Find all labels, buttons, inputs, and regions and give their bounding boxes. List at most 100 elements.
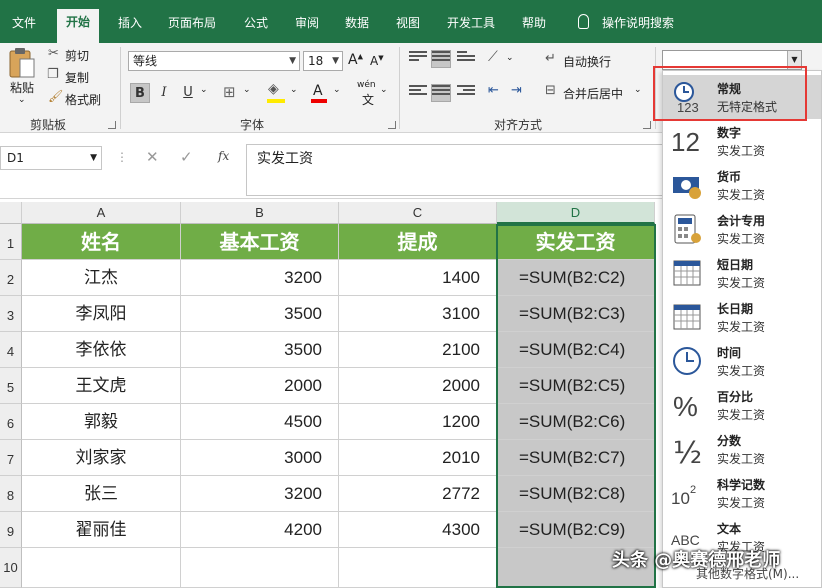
header-cell[interactable]: 实发工资 xyxy=(497,224,655,260)
header-cell[interactable]: 姓名 xyxy=(22,224,181,260)
chevron-down-icon[interactable]: ⌄ xyxy=(290,85,298,95)
table-cell[interactable]: 3200 xyxy=(181,260,339,296)
row-header-5[interactable]: 5 xyxy=(0,368,22,404)
table-cell[interactable]: 4200 xyxy=(181,512,339,548)
chevron-down-icon[interactable]: ⌄ xyxy=(333,85,341,95)
cancel-icon[interactable]: ✕ xyxy=(146,148,159,166)
decrease-font-icon[interactable]: A▼ xyxy=(370,54,384,68)
table-cell[interactable]: 翟丽佳 xyxy=(22,512,181,548)
select-all-corner[interactable] xyxy=(0,202,22,224)
table-cell[interactable]: 李依依 xyxy=(22,332,181,368)
format-option[interactable]: 长日期 实发工资 xyxy=(663,295,821,339)
align-middle-icon[interactable] xyxy=(431,50,451,68)
phonetic-guide-button[interactable]: wén xyxy=(357,80,376,90)
orientation-icon[interactable]: ⟋ xyxy=(488,49,498,65)
format-painter-button[interactable]: 格式刷 xyxy=(65,91,101,108)
row-header-10[interactable]: 10 xyxy=(0,548,22,588)
chevron-down-icon[interactable]: ⌄ xyxy=(380,85,388,95)
empty-cell[interactable] xyxy=(181,548,339,588)
italic-button[interactable]: I xyxy=(154,83,174,103)
formula-cell[interactable]: =SUM(B2:C4) xyxy=(497,332,655,368)
align-bottom-icon[interactable] xyxy=(457,51,475,67)
table-cell[interactable]: 3000 xyxy=(181,440,339,476)
align-left-icon[interactable] xyxy=(409,85,427,101)
formula-cell[interactable]: =SUM(B2:C2) xyxy=(497,260,655,296)
formula-cell[interactable]: =SUM(B2:C6) xyxy=(497,404,655,440)
font-dialog-launcher[interactable] xyxy=(388,121,396,129)
font-size-box[interactable]: 18 ▼ xyxy=(303,51,343,71)
format-option[interactable]: 货币 实发工资 xyxy=(663,163,821,207)
formula-cell[interactable]: =SUM(B2:C7) xyxy=(497,440,655,476)
column-header-c[interactable]: C xyxy=(339,202,497,224)
table-cell[interactable]: 3100 xyxy=(339,296,497,332)
font-name-box[interactable]: 等线 ▼ xyxy=(128,51,300,71)
confirm-icon[interactable]: ✓ xyxy=(180,148,193,166)
table-cell[interactable]: 2000 xyxy=(339,368,497,404)
align-center-icon[interactable] xyxy=(431,84,451,102)
format-option[interactable]: 会计专用 实发工资 xyxy=(663,207,821,251)
row-header-9[interactable]: 9 xyxy=(0,512,22,548)
column-header-a[interactable]: A xyxy=(22,202,181,224)
empty-cell[interactable] xyxy=(339,548,497,588)
copy-button[interactable]: 复制 xyxy=(65,69,89,86)
table-cell[interactable]: 2000 xyxy=(181,368,339,404)
chevron-down-icon[interactable]: ▼ xyxy=(90,147,97,169)
wrap-text-button[interactable]: 自动换行 xyxy=(563,53,611,70)
increase-indent-icon[interactable]: ⇥ xyxy=(511,83,522,98)
row-header-2[interactable]: 2 xyxy=(0,260,22,296)
empty-cell[interactable] xyxy=(22,548,181,588)
row-header-1[interactable]: 1 xyxy=(0,224,22,260)
row-header-4[interactable]: 4 xyxy=(0,332,22,368)
border-icon[interactable]: ⊞ xyxy=(223,83,236,101)
tab-page-layout[interactable]: 页面布局 xyxy=(168,12,216,43)
bold-button[interactable]: B xyxy=(130,83,150,103)
formula-cell[interactable]: =SUM(B2:C9) xyxy=(497,512,655,548)
row-header-8[interactable]: 8 xyxy=(0,476,22,512)
table-cell[interactable]: 2772 xyxy=(339,476,497,512)
tell-me-search[interactable]: 操作说明搜索 xyxy=(602,12,674,43)
table-cell[interactable]: 刘家家 xyxy=(22,440,181,476)
name-box[interactable]: D1 ▼ xyxy=(0,146,102,170)
paste-button[interactable]: 粘贴 xyxy=(10,79,34,96)
header-cell[interactable]: 提成 xyxy=(339,224,497,260)
align-right-icon[interactable] xyxy=(457,85,475,101)
merge-center-button[interactable]: 合并后居中 xyxy=(563,85,623,102)
tab-developer[interactable]: 开发工具 xyxy=(447,12,495,43)
tab-home[interactable]: 开始 xyxy=(57,9,100,43)
chevron-down-icon[interactable]: ⌄ xyxy=(634,85,642,95)
table-cell[interactable]: 王文虎 xyxy=(22,368,181,404)
tab-review[interactable]: 审阅 xyxy=(295,12,319,43)
format-option[interactable]: 短日期 实发工资 xyxy=(663,251,821,295)
table-cell[interactable]: 4500 xyxy=(181,404,339,440)
format-option[interactable]: % 百分比 实发工资 xyxy=(663,383,821,427)
font-color-icon[interactable]: A xyxy=(313,83,323,99)
table-cell[interactable]: 3200 xyxy=(181,476,339,512)
tab-help[interactable]: 帮助 xyxy=(522,12,546,43)
column-header-b[interactable]: B xyxy=(181,202,339,224)
fill-color-icon[interactable]: ◈ xyxy=(268,81,279,97)
table-cell[interactable]: 4300 xyxy=(339,512,497,548)
formula-cell[interactable]: =SUM(B2:C3) xyxy=(497,296,655,332)
row-header-7[interactable]: 7 xyxy=(0,440,22,476)
header-cell[interactable]: 基本工资 xyxy=(181,224,339,260)
chevron-down-icon[interactable]: ⌄ xyxy=(243,85,251,95)
format-option[interactable]: 时间 实发工资 xyxy=(663,339,821,383)
row-header-3[interactable]: 3 xyxy=(0,296,22,332)
underline-button[interactable]: U xyxy=(178,83,198,103)
chevron-down-icon[interactable]: ▼ xyxy=(332,52,339,70)
alignment-dialog-launcher[interactable] xyxy=(643,121,651,129)
table-cell[interactable]: 江杰 xyxy=(22,260,181,296)
table-cell[interactable]: 郭毅 xyxy=(22,404,181,440)
table-cell[interactable]: 3500 xyxy=(181,332,339,368)
formula-cell[interactable]: =SUM(B2:C8) xyxy=(497,476,655,512)
format-option[interactable]: ½ 分数 实发工资 xyxy=(663,427,821,471)
chevron-down-icon[interactable]: ▼ xyxy=(289,52,296,70)
tab-formulas[interactable]: 公式 xyxy=(244,12,268,43)
table-cell[interactable]: 3500 xyxy=(181,296,339,332)
cut-button[interactable]: 剪切 xyxy=(65,47,89,64)
insert-function-icon[interactable]: fx xyxy=(218,149,229,163)
table-cell[interactable]: 1400 xyxy=(339,260,497,296)
clipboard-dialog-launcher[interactable] xyxy=(108,121,116,129)
paste-dropdown-icon[interactable]: ⌄ xyxy=(18,95,26,105)
format-option[interactable]: 12 数字 实发工资 xyxy=(663,119,821,163)
